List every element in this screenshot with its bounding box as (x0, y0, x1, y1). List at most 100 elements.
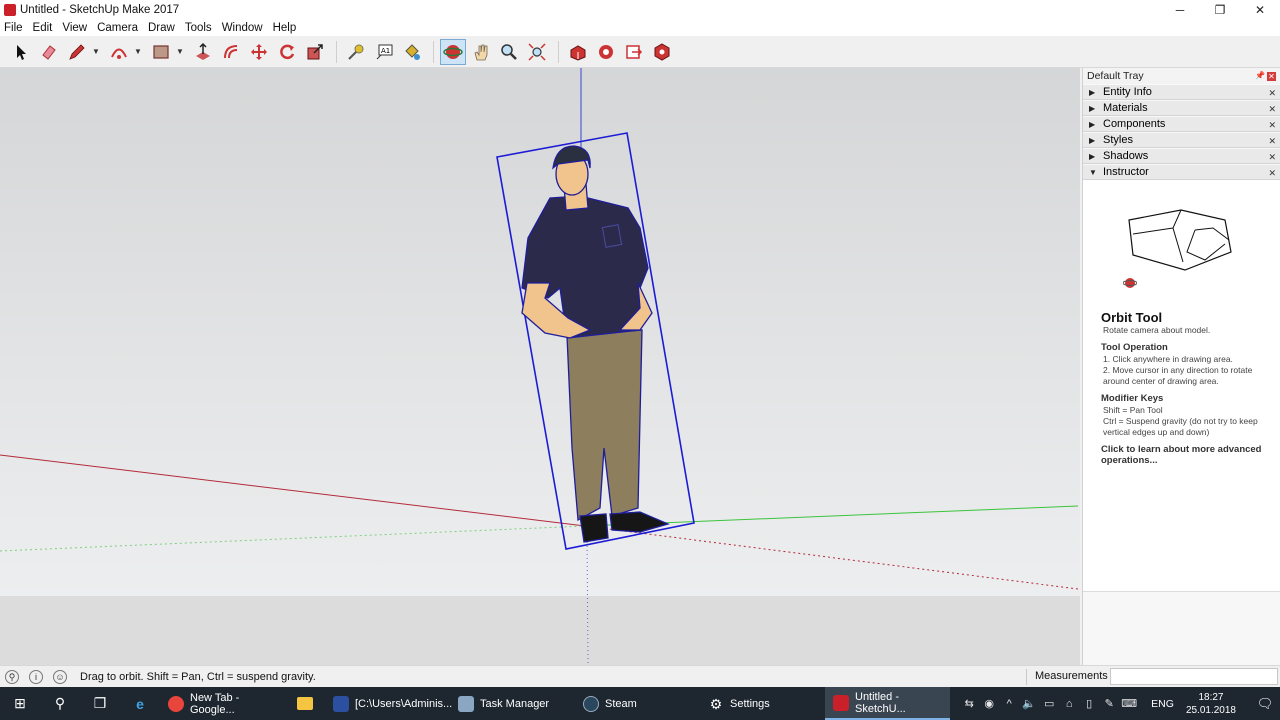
modifier-line: Ctrl = Suspend gravity (do not try to ke… (1103, 416, 1258, 426)
zoom-extents-icon (528, 42, 546, 61)
pencil-dropdown-icon[interactable]: ▼ (92, 47, 100, 56)
geo-location-icon[interactable]: ⚲ (5, 669, 19, 684)
panel-components[interactable]: ▶ Components ✕ (1083, 116, 1280, 132)
search-icon[interactable]: ⚲ (40, 687, 80, 720)
language-indicator[interactable]: ENG (1151, 698, 1174, 710)
menu-edit[interactable]: Edit (33, 22, 53, 34)
taskbar-app-command[interactable]: [C:\Users\Adminis... (325, 687, 452, 720)
pencil-tool-button[interactable] (64, 39, 90, 65)
file-explorer-icon[interactable] (285, 687, 325, 720)
panel-entity-info[interactable]: ▶ Entity Info ✕ (1083, 84, 1280, 100)
taskbar-app-chrome[interactable]: New Tab - Google... (160, 687, 285, 720)
arrow-cursor-icon (17, 44, 26, 60)
learn-more-link[interactable]: Click to learn about more advanced opera… (1101, 444, 1271, 466)
steam-tray-icon[interactable]: ◉ (979, 697, 999, 710)
rectangle-tool-button[interactable] (148, 39, 174, 65)
zoom-tool-button[interactable] (496, 39, 522, 65)
extension-warehouse-button[interactable] (593, 39, 619, 65)
main-toolbar: ▼ ▼ ▼ A1 (0, 36, 1280, 68)
status-message: Drag to orbit. Shift = Pan, Ctrl = suspe… (80, 670, 316, 683)
menu-help[interactable]: Help (273, 22, 297, 34)
menu-file[interactable]: File (4, 22, 23, 34)
battery-icon[interactable]: ▯ (1079, 697, 1099, 710)
info-icon[interactable]: i (29, 669, 43, 684)
arc-dropdown-icon[interactable]: ▼ (134, 47, 142, 56)
panel-styles[interactable]: ▶ Styles ✕ (1083, 132, 1280, 148)
panel-shadows[interactable]: ▶ Shadows ✕ (1083, 148, 1280, 164)
eraser-tool-button[interactable] (36, 39, 62, 65)
offset-tool-button[interactable] (218, 39, 244, 65)
rotate-tool-button[interactable] (274, 39, 300, 65)
console-icon (333, 695, 349, 712)
pin-icon[interactable]: 📌 (1255, 71, 1265, 80)
monitor-icon[interactable]: ▭ (1039, 697, 1059, 710)
taskbar-app-label: Task Manager (480, 697, 550, 710)
close-button[interactable]: ✕ (1240, 0, 1280, 20)
extension-manager-button[interactable] (649, 39, 675, 65)
menu-draw[interactable]: Draw (148, 22, 175, 34)
3d-warehouse-button[interactable] (565, 39, 591, 65)
teamviewer-icon[interactable]: ⇆ (959, 697, 979, 710)
minimize-button[interactable]: ─ (1160, 0, 1200, 20)
panel-instructor[interactable]: ▼ Instructor ✕ (1083, 164, 1280, 180)
panel-close-icon[interactable]: ✕ (1268, 168, 1276, 179)
keyboard-icon[interactable]: ⌨ (1119, 697, 1139, 710)
extension-warehouse-icon (599, 44, 613, 59)
volume-icon[interactable]: 🔈 (1019, 697, 1039, 710)
panel-close-icon[interactable]: ✕ (1268, 152, 1276, 163)
gear-icon: ⚙ (709, 695, 723, 712)
restore-button[interactable]: ❐ (1200, 0, 1240, 20)
drawing-area[interactable] (0, 68, 1080, 665)
panel-label: Materials (1103, 102, 1148, 114)
system-tray: ⇆ ◉ ^ 🔈 ▭ ⌂ ▯ ✎ ⌨ ENG 18:27 25.01.2018 🗨 (959, 687, 1280, 720)
modifier-heading: Modifier Keys (1101, 393, 1164, 404)
tray-close-icon[interactable]: ✕ (1267, 71, 1276, 81)
menu-window[interactable]: Window (222, 22, 263, 34)
task-view-icon[interactable]: ❐ (80, 687, 120, 720)
person-figure[interactable] (521, 145, 670, 543)
move-arrows-icon (251, 43, 267, 60)
panel-close-icon[interactable]: ✕ (1268, 88, 1276, 99)
taskbar-app-task-manager[interactable]: Task Manager (450, 687, 575, 720)
send-to-layout-button[interactable] (621, 39, 647, 65)
paint-bucket-icon (405, 43, 420, 60)
notifications-icon[interactable]: 🗨 (1250, 696, 1280, 712)
zoom-extents-tool-button[interactable] (524, 39, 550, 65)
push-pull-tool-button[interactable] (190, 39, 216, 65)
move-tool-button[interactable] (246, 39, 272, 65)
show-hidden-icons-icon[interactable]: ^ (999, 698, 1019, 710)
panel-label: Instructor (1103, 166, 1149, 178)
clock-date: 25.01.2018 (1185, 704, 1236, 716)
paint-bucket-tool-button[interactable] (399, 39, 425, 65)
tape-measure-tool-button[interactable] (343, 39, 369, 65)
status-divider (1026, 669, 1027, 685)
operation-step: 1. Click anywhere in drawing area. (1103, 354, 1233, 364)
windows-start-icon[interactable]: ⊞ (0, 687, 40, 720)
internet-explorer-icon[interactable]: e (120, 687, 160, 720)
menu-view[interactable]: View (62, 22, 87, 34)
menu-camera[interactable]: Camera (97, 22, 138, 34)
pan-tool-button[interactable] (468, 39, 494, 65)
panel-close-icon[interactable]: ✕ (1268, 104, 1276, 115)
pen-icon[interactable]: ✎ (1099, 697, 1119, 710)
taskbar-app-steam[interactable]: Steam (575, 687, 700, 720)
user-account-icon[interactable]: ☺ (53, 669, 67, 684)
network-icon[interactable]: ⌂ (1059, 698, 1079, 710)
measurements-input[interactable] (1110, 668, 1278, 685)
rectangle-dropdown-icon[interactable]: ▼ (176, 47, 184, 56)
text-tool-button[interactable]: A1 (371, 39, 397, 65)
taskbar-app-sketchup[interactable]: Untitled - SketchU... (825, 687, 950, 720)
panel-close-icon[interactable]: ✕ (1268, 120, 1276, 131)
model-scene (0, 68, 1079, 665)
scale-tool-button[interactable] (302, 39, 328, 65)
sketchup-app-icon (4, 4, 16, 16)
panel-materials[interactable]: ▶ Materials ✕ (1083, 100, 1280, 116)
panel-close-icon[interactable]: ✕ (1268, 136, 1276, 147)
taskbar-app-settings[interactable]: ⚙ Settings (700, 687, 825, 720)
menu-tools[interactable]: Tools (185, 22, 212, 34)
clock[interactable]: 18:27 25.01.2018 (1186, 691, 1236, 717)
tape-measure-icon (348, 44, 364, 60)
select-tool-button[interactable] (8, 39, 34, 65)
orbit-tool-button[interactable] (440, 38, 466, 65)
arc-tool-button[interactable] (106, 39, 132, 65)
